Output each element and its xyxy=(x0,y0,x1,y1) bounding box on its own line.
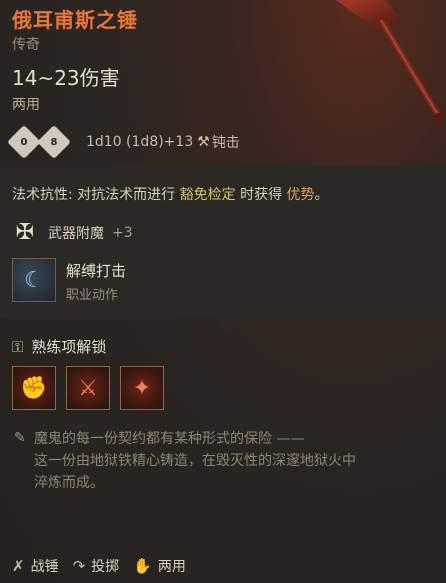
item-rarity: 传奇 xyxy=(12,37,40,53)
quill-icon: ✎ xyxy=(14,430,26,446)
tag-versatile: ✋ 两用 xyxy=(133,557,186,575)
proficiency-action-2-icon[interactable]: ⚔ xyxy=(66,366,110,410)
proficiency-action-1-icon[interactable]: ✊ xyxy=(12,366,56,410)
key-icon: ⚿ xyxy=(12,337,24,356)
bludgeon-icon: ⚒ xyxy=(197,134,210,150)
d8-die-icon: 8 xyxy=(37,125,71,159)
damage-formula: 1d10 (1d8)+13 xyxy=(86,134,194,150)
tag-thrown: ↷ 投掷 xyxy=(72,557,120,575)
throw-arc-icon: ↷ xyxy=(72,557,86,575)
skill-subtitle: 职业动作 xyxy=(66,288,119,303)
spell-resistance-text: 法术抗性: 对抗法术而进行 豁免检定 时获得 优势。 xyxy=(12,187,329,203)
skill-icon[interactable]: ☾ xyxy=(12,258,56,302)
proficiency-action-3-icon[interactable]: ✦ xyxy=(120,366,164,410)
sword-enchant-icon: ✠ xyxy=(15,220,35,245)
proficiency-unlock: ⚿ 熟练项解锁 xyxy=(12,336,106,357)
weapon-enchant: ✠ 武器附魔 +3 xyxy=(12,220,133,246)
crossed-hammers-icon: ✗ xyxy=(12,557,25,575)
item-tooltip: 俄耳甫斯之锤 传奇 14~23伤害 两用 0 8 1d10 (1d8)+13 ⚒… xyxy=(0,0,446,583)
flavor-text: 魔鬼的每一份契约都有某种形式的保险 —— 这一份由地狱铁精心铸造，在毁灭性的深邃… xyxy=(34,431,356,491)
enchant-label: 武器附魔 xyxy=(48,226,104,242)
warhammer-art-icon xyxy=(336,0,444,123)
tag-warhammer: ✗ 战锤 xyxy=(12,557,59,575)
d10-die-icon: 0 xyxy=(7,125,41,159)
item-name: 俄耳甫斯之锤 xyxy=(12,8,138,32)
damage-range: 14~23伤害 xyxy=(12,66,120,90)
dice-row: 0 8 1d10 (1d8)+13 ⚒ 钝击 xyxy=(7,124,240,160)
handedness: 两用 xyxy=(12,97,40,113)
item-tags: ✗ 战锤 ↷ 投掷 ✋ 两用 xyxy=(12,556,200,576)
enchant-value: +3 xyxy=(112,225,133,241)
proficiency-actions: ✊ ⚔ ✦ xyxy=(12,366,174,410)
damage-type: 钝击 xyxy=(211,135,240,151)
proficiency-title: 熟练项解锁 xyxy=(31,338,107,356)
hand-icon: ✋ xyxy=(133,557,152,575)
advantage-keyword[interactable]: 优势 xyxy=(287,187,315,203)
saving-throw-keyword[interactable]: 豁免检定 xyxy=(180,187,236,203)
skill-name: 解缚打击 xyxy=(66,262,127,280)
